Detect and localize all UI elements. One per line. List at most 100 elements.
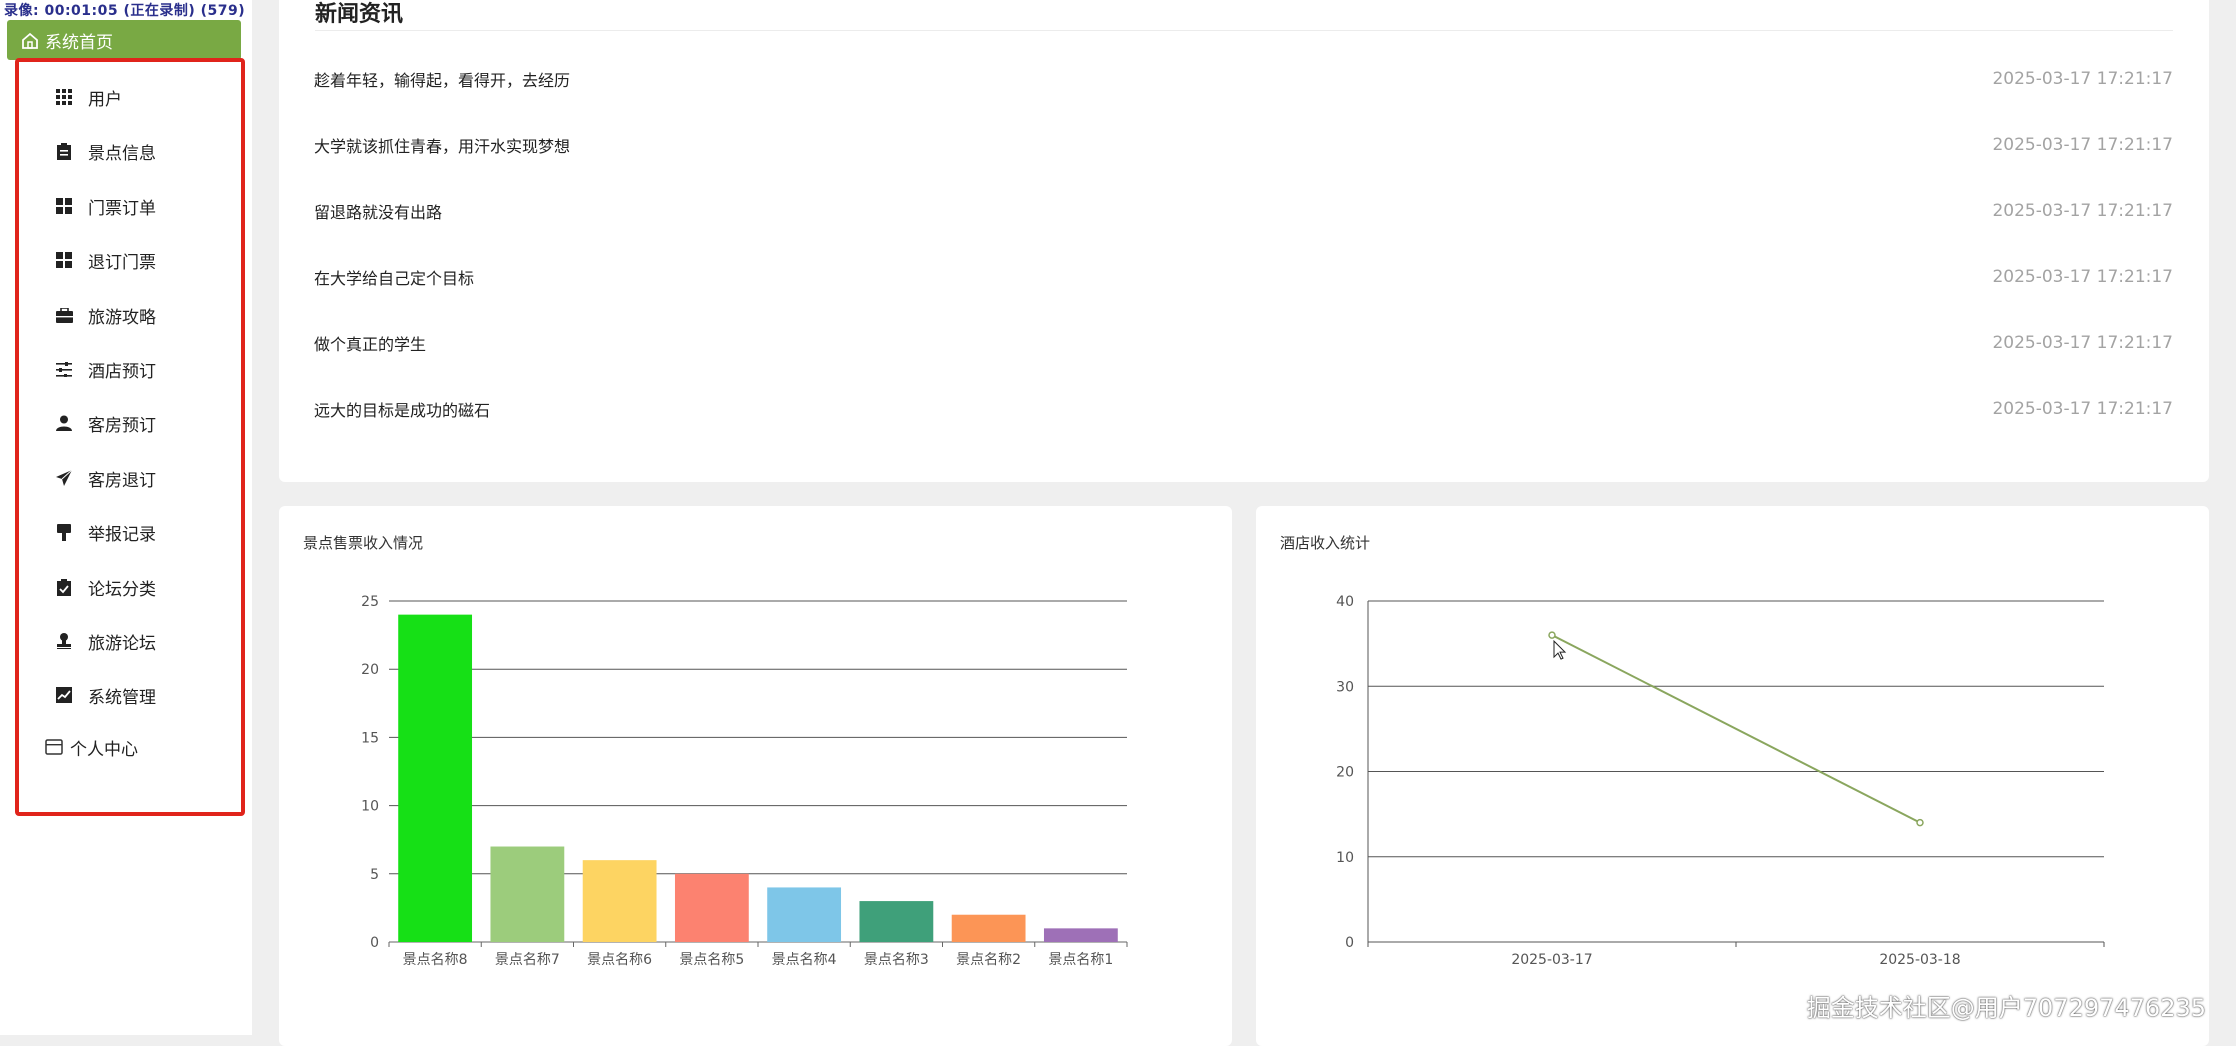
news-item-title[interactable]: 在大学给自己定个目标 xyxy=(314,265,474,289)
sidebar-item-label: 景点信息 xyxy=(88,143,156,164)
sidebar-item-label: 旅游论坛 xyxy=(88,633,156,654)
sidebar-item-label: 举报记录 xyxy=(88,524,156,545)
bar xyxy=(674,873,749,942)
stamp-icon xyxy=(55,632,73,650)
news-item-title[interactable]: 趁着年轻，输得起，看得开，去经历 xyxy=(314,67,570,91)
sidebar-item-travel-guides[interactable]: 旅游攻略 xyxy=(55,300,156,330)
sidebar-item-room-refunds[interactable]: 客房退订 xyxy=(55,463,156,493)
y-tick-label: 5 xyxy=(370,867,379,883)
hotel-revenue-line-chart: 0 10 20 30 40 2025-03-17 2025-03-18 xyxy=(1336,594,2105,968)
x-tick-label: 2025-03-18 xyxy=(1879,952,1960,968)
home-label: 系统首页 xyxy=(45,32,113,53)
sidebar-item-label: 论坛分类 xyxy=(88,579,156,600)
y-tick-label: 15 xyxy=(361,730,379,746)
y-tick-label: 0 xyxy=(1345,935,1354,951)
data-point xyxy=(1548,631,1556,639)
sidebar-item-label: 客房退订 xyxy=(88,470,156,491)
news-item[interactable]: 在大学给自己定个目标 2025-03-17 17:21:17 xyxy=(314,262,2173,292)
x-tick-label: 景点名称1 xyxy=(1048,952,1113,968)
y-tick-label: 40 xyxy=(1336,594,1354,610)
grid-icon xyxy=(55,88,73,106)
bar xyxy=(1043,928,1118,942)
bar xyxy=(859,901,934,942)
send-icon xyxy=(55,469,73,487)
home-icon xyxy=(22,32,38,49)
y-tick-label: 20 xyxy=(1336,765,1354,781)
sidebar-item-label: 旅游攻略 xyxy=(88,307,156,328)
sidebar-item-ticket-refunds[interactable]: 退订门票 xyxy=(55,245,156,275)
recording-label: 录像: 00:01:05 (正在录制) (579) xyxy=(4,3,246,19)
x-tick-label: 2025-03-17 xyxy=(1511,952,1592,968)
sidebar-item-label: 客房预订 xyxy=(88,415,156,436)
news-item[interactable]: 做个真正的学生 2025-03-17 17:21:17 xyxy=(314,328,2173,358)
bar xyxy=(490,846,565,942)
news-item-date: 2025-03-17 17:21:17 xyxy=(1992,333,2173,353)
sliders-icon xyxy=(55,360,73,378)
sidebar-item-label: 退订门票 xyxy=(88,252,156,273)
watermark: 掘金技术社区@用户707297476235 xyxy=(1806,994,2206,1022)
sidebar-item-ticket-orders[interactable]: 门票订单 xyxy=(55,191,156,221)
sidebar-item-label: 门票订单 xyxy=(88,198,156,219)
news-item-title[interactable]: 留退路就没有出路 xyxy=(314,199,442,223)
sidebar-item-attractions[interactable]: 景点信息 xyxy=(55,136,156,166)
hotel-revenue-panel: 酒店收入统计 0 10 20 30 40 2025-03-17 2025-03-18 xyxy=(1256,506,2209,1046)
data-point xyxy=(1916,818,1924,827)
sidebar-item-room-booking[interactable]: 客房预订 xyxy=(55,408,156,438)
tiles-icon xyxy=(55,197,73,215)
sidebar-item-label: 用户 xyxy=(88,89,122,110)
news-item[interactable]: 大学就该抓住青春，用汗水实现梦想 2025-03-17 17:21:17 xyxy=(314,130,2173,160)
series-line xyxy=(1551,634,1921,824)
sidebar-item-label: 酒店预订 xyxy=(88,361,156,382)
bar xyxy=(582,860,657,942)
sidebar-item-hotel-booking[interactable]: 酒店预订 xyxy=(55,354,156,384)
y-tick-label: 0 xyxy=(370,935,379,951)
home-button[interactable]: 系统首页 xyxy=(7,20,241,60)
sidebar-item-system-management[interactable]: 系统管理 xyxy=(55,680,156,710)
ticket-revenue-bar-chart: 0 5 10 15 20 25 景点名称8 景点名称7 景点名称6 景点名称5 景点名称4 景点名称3… xyxy=(361,594,1128,968)
news-item-date: 2025-03-17 17:21:17 xyxy=(1992,69,2173,89)
brush-icon xyxy=(55,523,73,541)
y-tick-label: 20 xyxy=(361,662,379,678)
chart-line-icon xyxy=(55,686,73,704)
bar xyxy=(951,914,1026,942)
sidebar-item-forum-categories[interactable]: 论坛分类 xyxy=(55,572,156,602)
sidebar-item-users[interactable]: 用户 xyxy=(55,82,122,112)
x-tick-label: 景点名称5 xyxy=(679,952,744,968)
news-item-title[interactable]: 做个真正的学生 xyxy=(314,331,426,355)
tiles-icon xyxy=(55,251,73,269)
y-tick-label: 30 xyxy=(1336,679,1354,695)
news-title: 新闻资讯 xyxy=(315,2,404,27)
y-tick-label: 10 xyxy=(361,799,379,815)
briefcase-icon xyxy=(55,306,73,324)
news-item-date: 2025-03-17 17:21:17 xyxy=(1992,399,2173,419)
mouse-cursor-icon xyxy=(1553,639,1567,660)
news-item-date: 2025-03-17 17:21:17 xyxy=(1992,201,2173,221)
user-icon xyxy=(55,414,73,432)
clipboard-check-icon xyxy=(55,578,73,596)
news-item-title[interactable]: 大学就该抓住青春，用汗水实现梦想 xyxy=(314,133,570,157)
news-item-title[interactable]: 远大的目标是成功的磁石 xyxy=(314,397,490,421)
x-tick-label: 景点名称3 xyxy=(864,952,929,968)
x-tick-label: 景点名称2 xyxy=(956,952,1021,968)
news-item[interactable]: 留退路就没有出路 2025-03-17 17:21:17 xyxy=(314,196,2173,226)
sidebar-item-personal-center[interactable]: 个人中心 xyxy=(45,732,138,762)
sidebar-item-reports[interactable]: 举报记录 xyxy=(55,517,156,547)
clipboard-icon xyxy=(55,142,73,160)
news-item[interactable]: 远大的目标是成功的磁石 2025-03-17 17:21:17 xyxy=(314,394,2173,424)
news-item[interactable]: 趁着年轻，输得起，看得开，去经历 2025-03-17 17:21:17 xyxy=(314,64,2173,94)
divider xyxy=(315,30,2173,31)
x-tick-label: 景点名称7 xyxy=(495,952,560,968)
y-tick-label: 10 xyxy=(1336,850,1354,866)
x-tick-label: 景点名称8 xyxy=(403,952,468,968)
sidebar-item-travel-forum[interactable]: 旅游论坛 xyxy=(55,626,156,656)
y-tick-label: 25 xyxy=(361,594,379,610)
id-card-icon xyxy=(45,739,63,755)
bar xyxy=(398,614,473,942)
sidebar: 录像: 00:01:05 (正在录制) (579) 系统首页 用户 景点信息 门… xyxy=(0,0,252,1035)
sidebar-item-label: 系统管理 xyxy=(88,687,156,708)
x-tick-label: 景点名称6 xyxy=(587,952,652,968)
news-item-date: 2025-03-17 17:21:17 xyxy=(1992,135,2173,155)
news-item-date: 2025-03-17 17:21:17 xyxy=(1992,267,2173,287)
personal-center-label: 个人中心 xyxy=(70,739,138,760)
x-tick-label: 景点名称4 xyxy=(772,952,837,968)
